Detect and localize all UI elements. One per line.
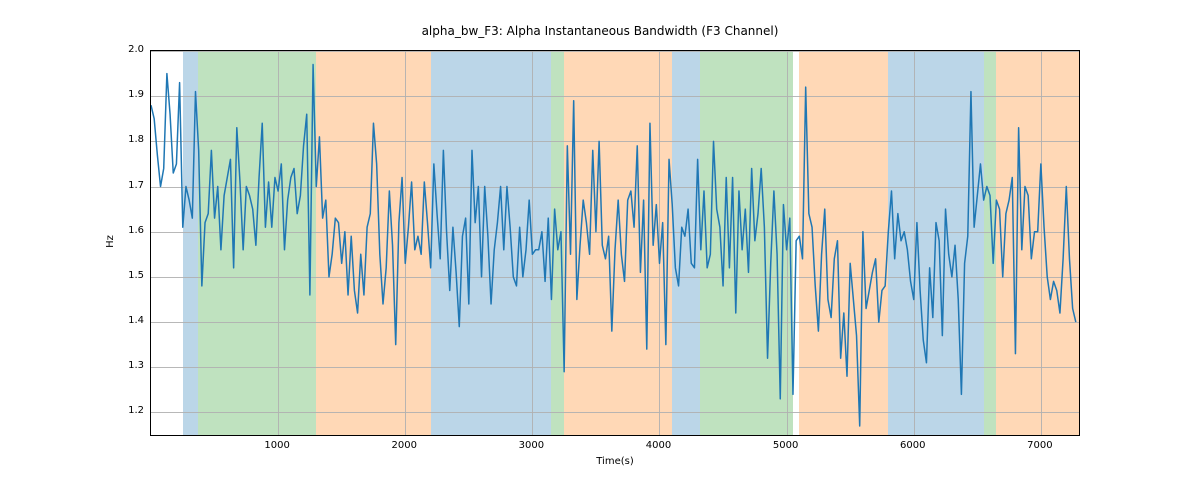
y-tick-label: 1.4 [104,316,144,326]
x-tick-label: 4000 [638,440,678,451]
y-tick-label: 1.3 [104,361,144,371]
x-axis-label: Time(s) [150,456,1080,467]
chart-title: alpha_bw_F3: Alpha Instantaneous Bandwid… [0,24,1200,38]
y-tick-label: 1.8 [104,135,144,145]
x-tick-label: 1000 [257,440,297,451]
y-tick-label: 1.9 [104,90,144,100]
y-tick-label: 1.5 [104,271,144,281]
x-tick-label: 3000 [511,440,551,451]
x-tick-label: 5000 [766,440,806,451]
plot-area [150,50,1080,436]
y-tick-label: 1.7 [104,181,144,191]
y-axis-label: Hz [105,235,116,248]
figure: alpha_bw_F3: Alpha Instantaneous Bandwid… [0,0,1200,500]
line-plot-svg [151,51,1079,435]
series-line [151,65,1076,426]
x-tick-label: 2000 [384,440,424,451]
x-tick-label: 6000 [893,440,933,451]
y-tick-label: 1.6 [104,226,144,236]
x-tick-label: 7000 [1020,440,1060,451]
y-tick-label: 2.0 [104,45,144,55]
y-tick-label: 1.2 [104,406,144,416]
